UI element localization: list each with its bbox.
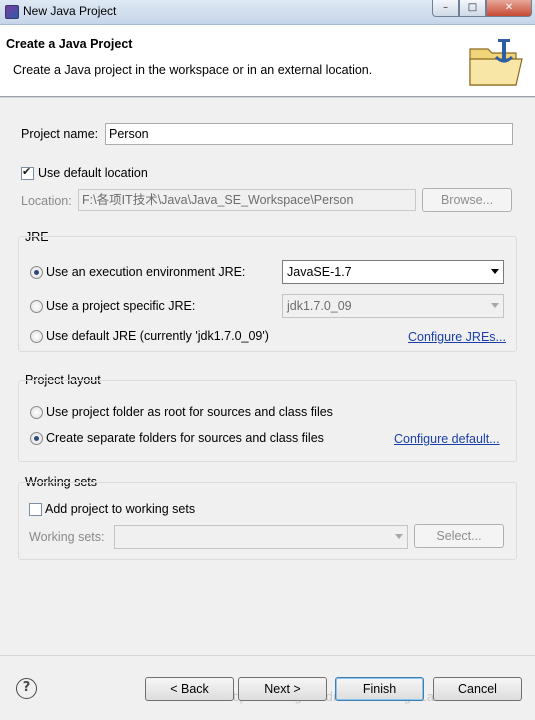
wizard-footer: ? http://blog.csdn.net/wangxiaosu < Back…	[0, 655, 535, 720]
layout-project-root-radio[interactable]	[30, 406, 43, 419]
jre-default-label[interactable]: Use default JRE (currently 'jdk1.7.0_09'…	[46, 329, 269, 343]
maximize-button[interactable]: □	[459, 0, 486, 17]
chevron-down-icon	[491, 303, 499, 308]
java-project-folder-icon	[469, 39, 523, 86]
use-default-location-checkbox[interactable]	[21, 165, 34, 180]
layout-separate-folders-label[interactable]: Create separate folders for sources and …	[46, 431, 324, 445]
wizard-header: Create a Java Project Create a Java proj…	[0, 25, 535, 97]
select-working-sets-button[interactable]: Select...	[414, 524, 504, 548]
project-layout-group	[18, 380, 517, 462]
project-name-label: Project name:	[21, 127, 99, 141]
chevron-down-icon	[395, 534, 403, 539]
jre-execution-env-label[interactable]: Use an execution environment JRE:	[46, 265, 245, 279]
execution-env-value: JavaSE-1.7	[287, 265, 352, 279]
project-specific-jre-value: jdk1.7.0_09	[287, 299, 352, 313]
location-label: Location:	[21, 194, 72, 208]
wizard-description: Create a Java project in the workspace o…	[13, 63, 373, 77]
cancel-button[interactable]: Cancel	[433, 677, 522, 701]
help-icon[interactable]: ?	[16, 678, 37, 699]
add-to-working-sets-label[interactable]: Add project to working sets	[45, 502, 195, 516]
jre-project-specific-label[interactable]: Use a project specific JRE:	[46, 299, 195, 313]
finish-button[interactable]: Finish	[335, 677, 424, 701]
chevron-down-icon	[491, 269, 499, 274]
close-window-button[interactable]: ✕	[486, 0, 532, 17]
window-titlebar[interactable]: New Java Project – □ ✕	[0, 0, 535, 25]
browse-button[interactable]: Browse...	[422, 188, 512, 212]
wizard-title: Create a Java Project	[6, 37, 133, 51]
configure-default-link[interactable]: Configure default...	[394, 432, 500, 446]
project-specific-jre-select[interactable]: jdk1.7.0_09	[282, 294, 504, 318]
project-name-input[interactable]: Person	[105, 123, 513, 145]
next-button[interactable]: Next >	[238, 677, 327, 701]
configure-jres-link[interactable]: Configure JREs...	[408, 330, 506, 344]
use-default-location-label[interactable]: Use default location	[38, 166, 148, 180]
wizard-content: Project name: Person Use default locatio…	[0, 98, 535, 655]
location-input[interactable]: F:\各项IT技术\Java\Java_SE_Workspace\Person	[78, 189, 416, 211]
working-sets-select[interactable]	[114, 525, 408, 549]
jre-project-specific-radio[interactable]	[30, 300, 43, 313]
jre-default-radio[interactable]	[30, 330, 43, 343]
window-title: New Java Project	[23, 4, 117, 18]
layout-project-root-label[interactable]: Use project folder as root for sources a…	[46, 405, 333, 419]
execution-env-select[interactable]: JavaSE-1.7	[282, 260, 504, 284]
working-sets-label: Working sets:	[29, 530, 105, 544]
back-button[interactable]: < Back	[145, 677, 234, 701]
layout-separate-folders-radio[interactable]	[30, 432, 43, 445]
minimize-button[interactable]: –	[432, 0, 459, 17]
jre-execution-env-radio[interactable]	[30, 266, 43, 279]
add-to-working-sets-checkbox[interactable]	[29, 503, 42, 516]
eclipse-app-icon	[5, 5, 19, 19]
